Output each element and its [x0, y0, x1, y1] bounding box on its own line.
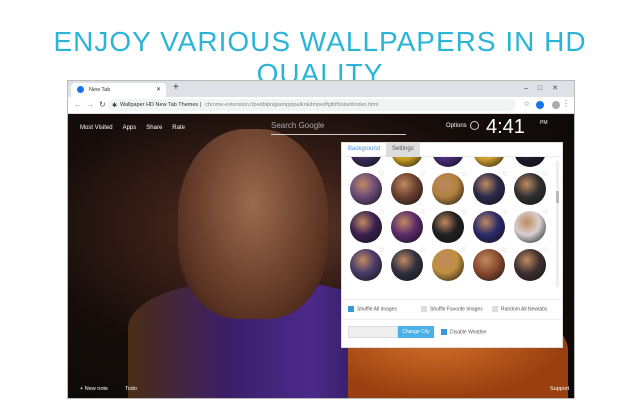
link-apps[interactable]: Apps	[123, 125, 137, 131]
tab-background[interactable]: Background	[342, 143, 386, 157]
wallpaper-thumbnail[interactable]	[432, 173, 464, 205]
favorite-heart-icon[interactable]: ♡	[543, 209, 548, 216]
link-rate[interactable]: Rate	[172, 125, 185, 131]
wallpaper-thumbnail[interactable]	[432, 249, 464, 281]
favorite-heart-icon[interactable]: ♡	[420, 171, 425, 178]
wallpaper-thumbnail[interactable]	[514, 157, 546, 167]
favorite-heart-icon[interactable]: ♡	[461, 209, 466, 216]
extension-icon: ✱	[112, 103, 118, 109]
favorite-heart-icon[interactable]: ♡	[502, 209, 507, 216]
url-text: chrome-extension://pedblpnigiamppipalknk…	[205, 102, 379, 108]
options-button[interactable]: Options	[446, 123, 467, 129]
todo-button[interactable]: Todo	[125, 386, 137, 392]
support-link[interactable]: Support	[550, 386, 569, 392]
wallpaper-thumbnail[interactable]	[432, 157, 464, 167]
wallpaper-thumbnail[interactable]	[514, 173, 546, 205]
wallpaper-thumbnail[interactable]	[391, 249, 423, 281]
options-panel: BackgroundSettings ♡♡♡♡♡♡♡♡♡♡♡♡♡♡♡♡♡♡♡♡ …	[341, 142, 563, 348]
wallpaper-thumbnail[interactable]	[350, 173, 382, 205]
window-controls[interactable]: –□✕	[524, 84, 568, 92]
new-tab-button[interactable]: +	[173, 82, 179, 93]
extension-button-icon[interactable]	[536, 101, 544, 109]
wallpaper-thumbnail[interactable]	[473, 211, 505, 243]
clock-ampm: PM	[540, 120, 548, 126]
city-input[interactable]	[348, 326, 398, 338]
back-icon[interactable]: ←	[74, 100, 82, 109]
wallpaper-thumbnail[interactable]	[432, 211, 464, 243]
clock-time: 4:41	[486, 116, 525, 138]
tab-bar: New Tab ✕ + –□✕	[68, 81, 574, 97]
favorite-heart-icon[interactable]: ♡	[379, 209, 384, 216]
scrollbar[interactable]	[556, 161, 559, 287]
address-input[interactable]: ✱ Wallpaper HD New Tab Themes | chrome-ext…	[108, 99, 516, 111]
page-title: Wallpaper HD New Tab Themes	[120, 102, 199, 108]
menu-icon[interactable]: ⋮	[562, 99, 570, 108]
bookmark-star-icon[interactable]: ☆	[524, 100, 530, 108]
random-newtabs-checkbox[interactable]: Random All Newtabs	[492, 306, 547, 312]
wallpaper-thumbnail[interactable]	[514, 211, 546, 243]
browser-window: New Tab ✕ + –□✕ ← → ↻ ✱ Wallpaper HD New T…	[67, 80, 575, 399]
favicon-icon	[77, 86, 84, 93]
favorite-heart-icon[interactable]: ♡	[420, 209, 425, 216]
search-input[interactable]: Search Google	[271, 121, 406, 135]
new-note-button[interactable]: + New note	[80, 386, 108, 392]
favorite-heart-icon[interactable]: ♡	[461, 171, 466, 178]
wallpaper-thumbnail[interactable]	[473, 157, 505, 167]
close-tab-icon[interactable]: ✕	[156, 86, 161, 93]
wallpaper-thumbnail[interactable]	[391, 211, 423, 243]
link-most-visited[interactable]: Most Visited	[80, 125, 113, 131]
favorite-heart-icon[interactable]: ♡	[543, 247, 548, 254]
wallpaper-thumbnail[interactable]	[473, 173, 505, 205]
shuffle-favorite-checkbox[interactable]: Shuffle Favorite Images	[421, 306, 483, 312]
wallpaper-thumbnail[interactable]	[350, 211, 382, 243]
wallpaper-thumbnail[interactable]	[514, 249, 546, 281]
wallpaper-thumbnail[interactable]	[391, 157, 423, 167]
favorite-heart-icon[interactable]: ♡	[379, 171, 384, 178]
wallpaper-thumbnail[interactable]	[473, 249, 505, 281]
wallpaper-thumbnail[interactable]	[350, 249, 382, 281]
favorite-heart-icon[interactable]: ♡	[543, 171, 548, 178]
wallpaper-grid: ♡♡♡♡♡♡♡♡♡♡♡♡♡♡♡♡♡♡♡♡	[348, 157, 553, 291]
wallpaper-thumbnail[interactable]	[350, 157, 382, 167]
favorite-heart-icon[interactable]: ♡	[502, 171, 507, 178]
favorite-heart-icon[interactable]: ♡	[502, 247, 507, 254]
address-bar-row: ← → ↻ ✱ Wallpaper HD New Tab Themes | chro…	[68, 97, 574, 114]
favorite-heart-icon[interactable]: ♡	[461, 247, 466, 254]
favorite-heart-icon[interactable]: ♡	[420, 247, 425, 254]
tab-settings[interactable]: Settings	[386, 143, 420, 157]
clock-icon[interactable]	[470, 121, 479, 130]
change-city-button[interactable]: Change City	[398, 326, 434, 338]
tab-new-tab[interactable]: New Tab ✕	[71, 83, 166, 97]
new-tab-page: Most Visited Apps Share Rate Search Google …	[68, 114, 574, 398]
disable-weather-checkbox[interactable]: Disable Weather	[441, 329, 487, 335]
tab-title: New Tab	[89, 87, 111, 93]
link-share[interactable]: Share	[146, 125, 162, 131]
profile-avatar[interactable]	[552, 101, 560, 109]
wallpaper-player	[178, 129, 328, 319]
shuffle-all-checkbox[interactable]: Shuffle All Images	[348, 306, 397, 312]
reload-icon[interactable]: ↻	[99, 100, 106, 109]
favorite-heart-icon[interactable]: ♡	[379, 247, 384, 254]
forward-icon[interactable]: →	[86, 100, 94, 109]
wallpaper-thumbnail[interactable]	[391, 173, 423, 205]
